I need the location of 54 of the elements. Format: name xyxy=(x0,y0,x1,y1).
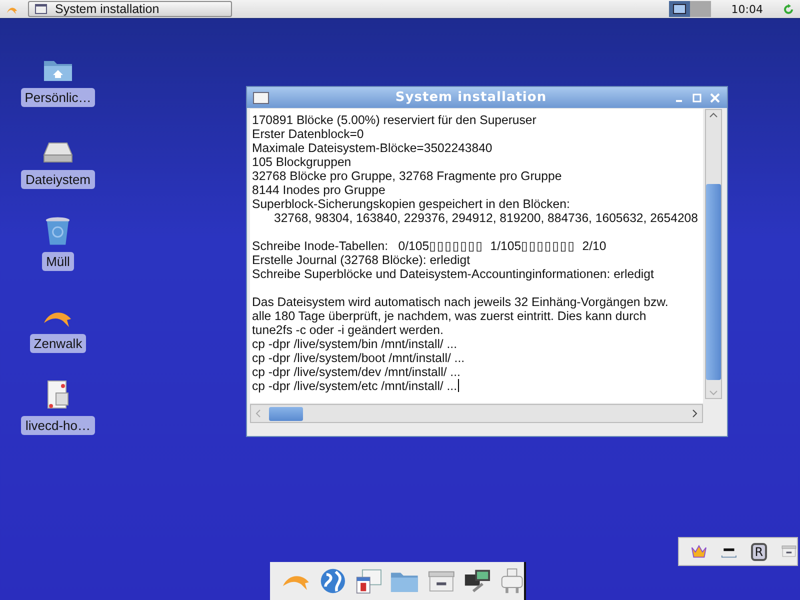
output-line: 32768, 98304, 163840, 229376, 294912, 819200, 884736, 1605632, 2654208 xyxy=(274,211,698,225)
window-menu-icon[interactable] xyxy=(253,92,269,104)
hard-drive-icon xyxy=(43,140,73,164)
printer-icon[interactable] xyxy=(500,566,524,596)
output-line: cp -dpr /live/system/bin /mnt/install/ ... xyxy=(252,337,458,351)
output-line: cp -dpr /live/system/dev /mnt/install/ ... xyxy=(252,365,460,379)
output-line: Erster Datenblock=0 xyxy=(252,127,364,141)
output-line: cp -dpr /live/system/boot /mnt/install/ ... xyxy=(252,351,465,365)
maximize-icon[interactable] xyxy=(691,92,703,104)
window-title: System installation xyxy=(394,90,548,105)
workspace-button[interactable] xyxy=(669,1,690,17)
desktop-icon-label[interactable]: Zenwalk xyxy=(30,334,86,353)
output-text: 1/105 xyxy=(489,239,522,253)
missing-glyphs: ▯▯▯▯▯▯▯ xyxy=(521,239,576,253)
clock: 10:04 xyxy=(730,2,764,16)
output-text: Schreibe Inode-Tabellen: 0/105 xyxy=(252,239,430,253)
vertical-scrollbar[interactable] xyxy=(705,109,722,399)
window-icon xyxy=(35,4,47,14)
document-icon xyxy=(46,380,70,410)
scroll-up-icon[interactable] xyxy=(709,112,718,118)
output-line: tune2fs -c oder -i geändert werden. xyxy=(252,323,444,337)
output-line: 105 Blockgruppen xyxy=(252,155,352,169)
globe-icon[interactable] xyxy=(318,566,347,596)
desktop-icon-label[interactable]: Persönlic… xyxy=(20,88,96,107)
output-line: Schreibe Superblöcke und Dateisystem-Accountinginformationen: erledigt xyxy=(252,267,654,281)
scroll-down-icon[interactable] xyxy=(709,390,718,396)
output-line: alle 180 Tage überprüft, je nachdem, was zuerst eintritt. Dies kann durch xyxy=(252,309,646,323)
output-line: Maximale Dateisystem-Blöcke=3502243840 xyxy=(252,141,492,155)
drawer-icon[interactable] xyxy=(781,544,798,559)
desktop-icon-label[interactable]: Müll xyxy=(42,252,74,271)
missing-glyphs: ▯▯▯▯▯▯▯ xyxy=(429,239,484,253)
r-key-icon[interactable]: R xyxy=(750,542,768,560)
output-line: cp -dpr /live/system/etc /mnt/install/ ... xyxy=(252,379,458,393)
scroll-left-icon[interactable] xyxy=(255,409,261,418)
trash-icon xyxy=(45,216,71,246)
crown-icon[interactable] xyxy=(691,544,707,559)
output-line: 8144 Inodes pro Gruppe xyxy=(252,183,386,197)
output-line: 32768 Blöcke pro Gruppe, 32768 Fragmente pro Gruppe xyxy=(252,169,562,183)
taskbar-window-button[interactable]: System installation xyxy=(28,1,232,17)
output-line: Erstelle Journal (32768 Blöcke): erledigt xyxy=(252,253,470,267)
output-line: Das Dateisystem wird automatisch nach jeweils 32 Einhäng-Vorgängen bzw. xyxy=(252,295,668,309)
folder-icon xyxy=(43,58,73,82)
scrollbar-thumb[interactable] xyxy=(706,184,721,380)
horizontal-scrollbar[interactable] xyxy=(250,404,703,423)
desktop-icon-label[interactable]: livecd-ho… xyxy=(21,416,95,435)
scrollbar-thumb[interactable] xyxy=(269,406,303,420)
output-line: Superblock-Sicherungskopien gespeichert in den Blöcken: xyxy=(252,197,570,211)
output-text: 2/10 xyxy=(581,239,606,253)
close-icon[interactable] xyxy=(709,92,721,104)
output-line: 170891 Blöcke (5.00%) reserviert für den Superuser xyxy=(252,113,536,127)
desktop-icon-label[interactable]: Dateiystem xyxy=(21,170,95,189)
drawer-icon[interactable] xyxy=(427,568,456,594)
scroll-right-icon[interactable] xyxy=(692,409,698,418)
refresh-icon[interactable] xyxy=(783,4,794,14)
